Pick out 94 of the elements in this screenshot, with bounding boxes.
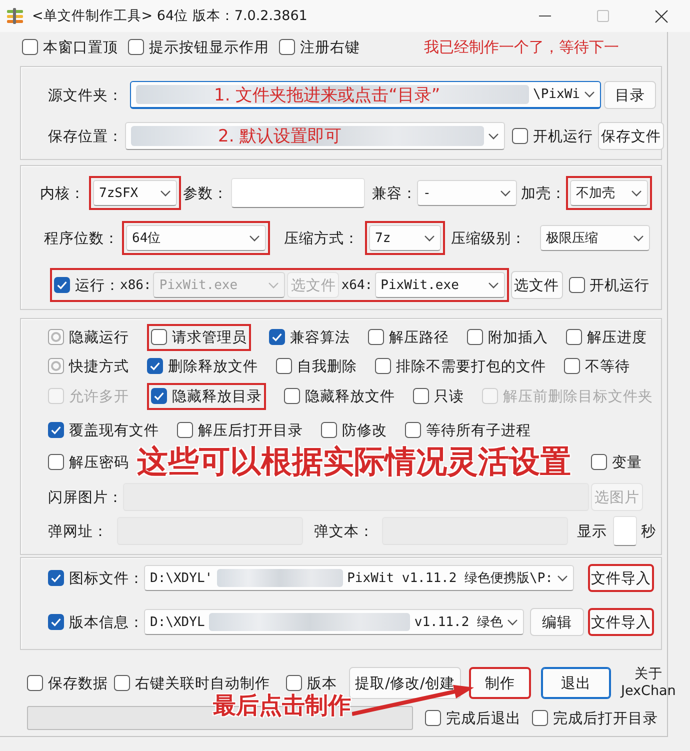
about-label: 关于 JexChan [621,666,676,700]
checkbox[interactable]: 右键关联时自动制作 [114,674,270,692]
chevron-down-icon [249,234,260,242]
action-button[interactable]: 退出 [541,667,611,699]
checkbox[interactable]: 防修改 [321,420,387,440]
field-label: 参数： [183,184,228,202]
field-label: 保存位置： [48,128,123,146]
checkbox[interactable]: 附加插入 [467,328,548,346]
checkbox[interactable]: 等待所有子进程 [405,420,531,440]
chevron-down-icon [500,190,511,196]
annotation-text: 我已经制作一个了，等待下一 [424,38,619,56]
window-title: <单文件制作工具> 64位 版本：7.0.2.3861 [32,7,308,25]
checkbox[interactable]: 完成后打开目录 [532,708,658,728]
field-label: 显示 [577,522,607,540]
field-label: x64: [341,278,373,292]
save-file-button[interactable]: 保存文件 [598,122,664,150]
checkbox[interactable]: 解压后打开目录 [177,420,303,440]
chevron-down-icon [488,132,499,140]
checkbox[interactable]: 删除释放文件 [147,356,258,376]
dropdown[interactable]: 1. 文件夹拖进来或点击“目录” \PixWi [130,81,601,109]
chevron-down-icon [633,234,644,242]
annotation-text: 最后点击制作 [213,692,351,721]
checkbox[interactable]: 只读 [413,386,464,406]
dropdown[interactable]: PixWit.exe [374,272,505,298]
chevron-down-icon [584,91,595,98]
field-label: 源文件夹： [48,86,123,104]
checkbox[interactable]: 隐藏释放文件 [284,386,395,406]
dropdown[interactable]: 2. 默认设置即可 [125,122,505,150]
dropdown[interactable]: 64位 [126,225,266,251]
field-label: 弹网址： [48,522,108,540]
checkbox[interactable]: 解压路径 [368,328,449,346]
checkbox[interactable]: 覆盖现有文件 [48,420,159,440]
checkbox[interactable]: 完成后退出 [425,708,521,728]
checkbox[interactable]: 保存数据 [27,674,108,692]
dropdown[interactable]: D:\XDYL v1.11.2 绿色 [144,609,524,635]
checkbox[interactable]: 提示按钮显示作用 [128,38,269,56]
checkbox[interactable]: 解压密码 [48,452,129,472]
minimize-icon [539,15,551,17]
checkbox[interactable]: 版本信息： [48,612,144,632]
chevron-down-icon [557,574,568,582]
checkbox[interactable]: 请求管理员 [151,328,247,346]
checkbox[interactable]: 开机运行 [512,126,593,146]
field-label: 秒 [641,522,656,540]
import-file-button[interactable]: 文件导入 [588,564,654,592]
maximize-icon [597,10,609,22]
annotation-text: 2. 默认设置即可 [218,126,342,148]
field-label: 内核： [40,184,85,202]
dropdown[interactable]: 7z [369,225,441,251]
dropdown[interactable]: 不加壳 [570,180,648,206]
checkbox[interactable]: 排除不需要打包的文件 [375,356,546,376]
action-button[interactable]: 制作 [469,667,531,699]
checkbox[interactable]: 隐藏运行 [48,328,129,346]
field-label: 压缩级别： [451,230,526,248]
field-label: 程序位数： [44,230,119,248]
checkbox[interactable]: 隐藏释放目录 [151,386,262,406]
checkbox[interactable]: 兼容算法 [269,328,350,346]
chevron-down-icon [631,190,642,196]
field-label: 加壳： [521,184,566,202]
chevron-down-icon [268,282,280,288]
chevron-down-icon [488,282,499,288]
checkbox[interactable]: 变量 [591,452,642,472]
chevron-down-icon [507,618,518,626]
chevron-down-icon [424,234,435,242]
import-file-button[interactable]: 文件导入 [588,608,654,636]
checkbox[interactable]: 版本 [286,674,337,692]
checkbox[interactable]: 本窗口置顶 [22,38,118,56]
checkbox[interactable]: 图标文件： [48,568,144,588]
checkbox[interactable]: 自我删除 [276,356,357,376]
annotation-text: 这些可以根据实际情况灵活设置 [137,443,571,482]
parameters-field[interactable] [231,178,365,208]
field-label: 弹文本： [314,522,374,540]
select-file-button[interactable]: 选文件 [510,271,563,299]
edit-button[interactable]: 编辑 [530,608,584,636]
seconds-field[interactable] [613,516,637,546]
annotation-text: 1. 文件夹拖进来或点击“目录” [214,84,440,106]
checkbox[interactable]: 快捷方式 [48,356,129,376]
dropdown[interactable]: 极限压缩 [540,225,650,251]
field-label: 压缩方式： [284,230,359,248]
checkbox[interactable]: 不等待 [564,356,630,376]
dropdown[interactable]: - [417,180,517,206]
app-logo-icon [6,7,24,25]
checkbox[interactable]: 解压进度 [566,328,647,346]
dropdown[interactable]: 7zSFX [93,180,177,206]
field-label: 闪屏图片： [48,488,123,506]
checkbox[interactable]: 运行： [54,276,120,294]
field-label: x86: [120,278,152,292]
directory-button[interactable]: 目录 [604,81,656,109]
chevron-down-icon [160,190,171,196]
dropdown[interactable]: D:\XDYL' PixWit v1.11.2 绿色便携版\P: [144,565,574,591]
close-icon [654,10,668,22]
checkbox[interactable]: 注册右键 [279,38,360,56]
checkbox[interactable]: 开机运行 [568,276,650,294]
action-button[interactable]: 提取/修改/创建 [349,667,461,699]
field-label: 兼容： [372,184,417,202]
